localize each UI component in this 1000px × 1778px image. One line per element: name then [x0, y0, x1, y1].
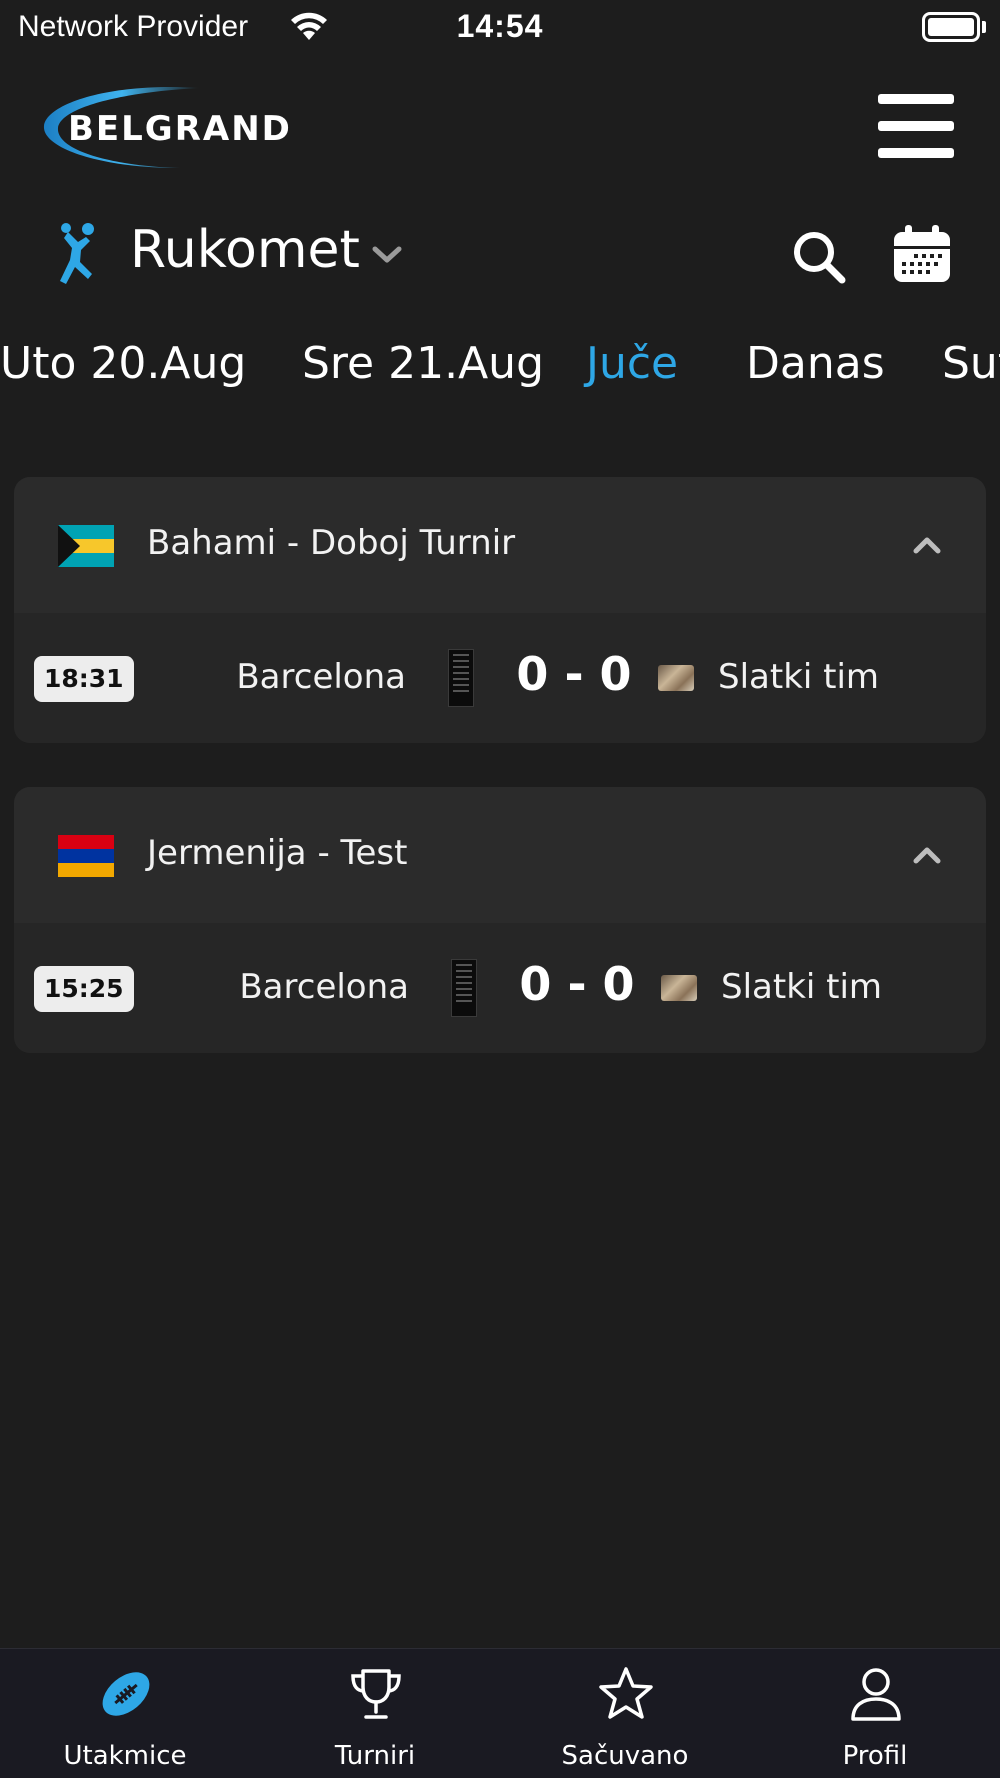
- battery-icon: [922, 12, 980, 42]
- status-bar: Network Provider 14:54: [0, 0, 1000, 60]
- nav-label: Sačuvano: [561, 1741, 689, 1771]
- brand-logo-text: BELGRAND: [68, 109, 292, 149]
- clock: 14:54: [456, 8, 544, 44]
- match-row[interactable]: 15:25 Barcelona 0 - 0 Slatki tim: [14, 923, 986, 1053]
- match-list: Bahami - Doboj Turnir 18:31 Barcelona 0 …: [0, 430, 1000, 1648]
- date-tab-uto-20-aug[interactable]: Uto 20.Aug: [0, 338, 246, 389]
- nav-item-profil[interactable]: Profil: [750, 1649, 1000, 1778]
- league-header[interactable]: Bahami - Doboj Turnir: [14, 477, 986, 613]
- brand-logo[interactable]: BELGRAND: [40, 82, 320, 174]
- league-card: Bahami - Doboj Turnir 18:31 Barcelona 0 …: [14, 477, 986, 743]
- league-name: Bahami - Doboj Turnir: [147, 523, 516, 563]
- armenia-flag-icon: [58, 835, 114, 877]
- home-team-name: Barcelona: [236, 657, 406, 697]
- trophy-icon: [351, 1669, 401, 1719]
- home-team-logo: [451, 959, 477, 1017]
- date-tab-sutra[interactable]: Sutra: [942, 338, 1000, 389]
- search-icon[interactable]: [790, 228, 846, 284]
- away-team-logo: [661, 975, 697, 1001]
- handball-player-icon[interactable]: [54, 222, 102, 286]
- user-icon: [851, 1668, 901, 1721]
- date-tab-juce[interactable]: Juče: [586, 338, 678, 389]
- home-team-name: Barcelona: [239, 967, 409, 1007]
- away-team-name: Slatki tim: [721, 967, 883, 1007]
- chevron-up-icon[interactable]: [912, 535, 942, 555]
- league-card: Jermenija - Test 15:25 Barcelona 0 - 0 S…: [14, 787, 986, 1053]
- battery-tip: [982, 21, 986, 33]
- menu-line: [878, 121, 954, 131]
- date-strip[interactable]: Uto 20.Aug Sre 21.Aug Juče Danas Sutra: [0, 338, 1000, 428]
- nav-item-utakmice[interactable]: Utakmice: [0, 1649, 250, 1778]
- match-time-badge: 18:31: [34, 656, 134, 702]
- menu-line: [878, 94, 954, 104]
- date-tab-sre-21-aug[interactable]: Sre 21.Aug: [302, 338, 544, 389]
- bahamas-flag-icon: [58, 525, 114, 567]
- match-time-badge: 15:25: [34, 966, 134, 1012]
- menu-button[interactable]: [878, 94, 956, 162]
- star-icon: [599, 1667, 653, 1719]
- nav-label: Turniri: [334, 1741, 416, 1771]
- nav-item-turniri[interactable]: Turniri: [250, 1649, 500, 1778]
- nav-label: Profil: [842, 1741, 908, 1771]
- league-name: Jermenija - Test: [147, 833, 408, 873]
- calendar-icon[interactable]: [892, 224, 952, 284]
- nav-item-sacuvano[interactable]: Sačuvano: [500, 1649, 750, 1778]
- league-header[interactable]: Jermenija - Test: [14, 787, 986, 923]
- away-team-logo: [658, 665, 694, 691]
- chevron-up-icon[interactable]: [912, 845, 942, 865]
- date-tab-danas[interactable]: Danas: [746, 338, 885, 389]
- nav-label: Utakmice: [63, 1741, 187, 1771]
- chevron-down-icon[interactable]: [372, 246, 402, 264]
- match-score: 0 - 0: [516, 647, 632, 701]
- app-screen: Network Provider 14:54 BELGRAND Rukomet …: [0, 0, 1000, 1778]
- football-icon: [102, 1672, 150, 1716]
- menu-line: [878, 148, 954, 158]
- home-team-logo: [448, 649, 474, 707]
- match-score: 0 - 0: [519, 957, 635, 1011]
- bottom-nav: Utakmice Turniri Sačuvano Profil: [0, 1648, 1000, 1778]
- match-row[interactable]: 18:31 Barcelona 0 - 0 Slatki tim: [14, 613, 986, 743]
- away-team-name: Slatki tim: [718, 657, 880, 697]
- sport-title[interactable]: Rukomet: [130, 220, 360, 280]
